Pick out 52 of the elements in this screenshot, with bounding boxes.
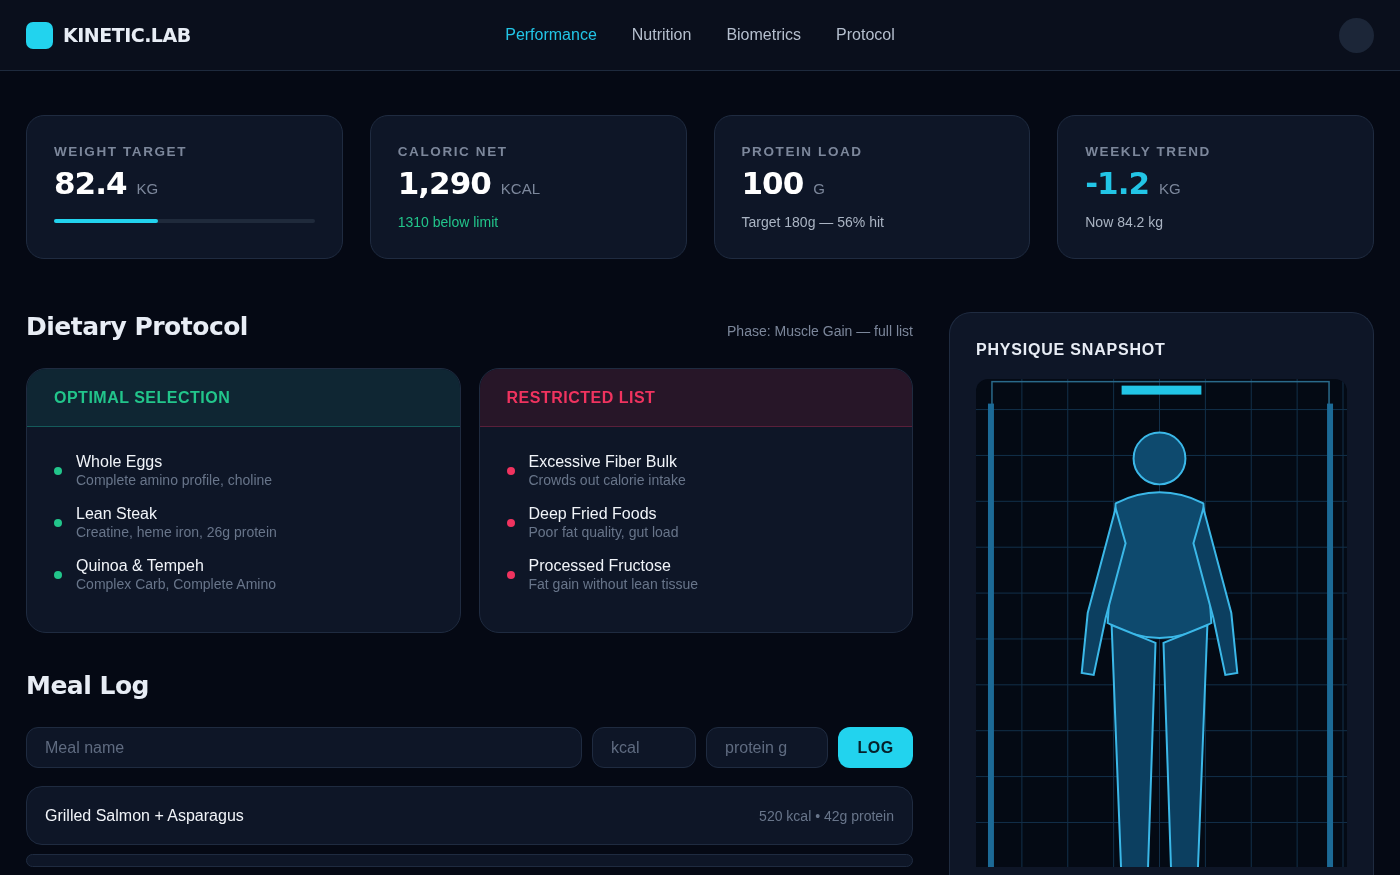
status-dot xyxy=(54,466,62,475)
logo-icon xyxy=(26,21,53,49)
input-field[interactable]: Meal name xyxy=(26,727,582,768)
food-detail: Fat gain without lean tissue xyxy=(528,576,699,592)
stat-note: Target 180g — 56% hit xyxy=(741,214,885,230)
food-name: Processed Fructose xyxy=(528,557,672,575)
stat-unit: KG xyxy=(1159,180,1181,197)
food-name: Excessive Fiber Bulk xyxy=(528,453,678,471)
food-detail: Poor fat quality, gut load xyxy=(528,524,679,540)
food-name: Quinoa & Tempeh xyxy=(76,557,205,575)
stat-label: PROTEIN LOAD xyxy=(741,144,864,159)
food-name: Deep Fried Foods xyxy=(528,505,658,523)
stat-label: WEEKLY TREND xyxy=(1085,144,1212,159)
meal-name: Grilled Salmon + Asparagus xyxy=(45,806,244,825)
food-detail: Complete amino profile, choline xyxy=(76,472,273,488)
panel-title: PHYSIQUE SNAPSHOT xyxy=(976,341,1167,359)
brand-name: KINETIC.LAB xyxy=(63,24,191,46)
nav-tab[interactable]: Protocol xyxy=(836,26,895,44)
section-title: Dietary Protocol xyxy=(26,312,248,341)
status-dot xyxy=(506,466,515,475)
status-dot xyxy=(506,518,515,527)
nav-tab[interactable]: Biometrics xyxy=(726,26,802,44)
avatar[interactable] xyxy=(1339,17,1374,53)
status-dot xyxy=(54,518,62,527)
stat-value: 82.4 xyxy=(54,165,127,201)
status-dot xyxy=(506,570,515,579)
stat-unit: KG xyxy=(136,180,159,197)
food-detail: Crowds out calorie intake xyxy=(528,472,686,488)
stat-value: 100 xyxy=(741,165,804,201)
food-detail: Complex Carb, Complete Amino xyxy=(76,576,276,592)
status-dot xyxy=(54,570,62,579)
phase-label: Phase: Muscle Gain — full list xyxy=(727,323,913,339)
section-title: Meal Log xyxy=(26,671,150,700)
input-field[interactable]: protein g xyxy=(706,727,828,768)
stat-value: 1,290 xyxy=(397,165,491,201)
input-field[interactable]: kcal xyxy=(592,727,696,768)
nav-tab[interactable]: Performance xyxy=(505,26,597,44)
stat-note: Now 84.2 kg xyxy=(1085,214,1165,230)
nav-tab[interactable]: Nutrition xyxy=(631,26,692,44)
stat-value: -1.2 xyxy=(1085,165,1150,201)
food-detail: Creatine, heme iron, 26g protein xyxy=(76,524,277,540)
food-name: Whole Eggs xyxy=(76,453,164,471)
food-name: Lean Steak xyxy=(76,505,158,523)
stat-label: WEIGHT TARGET xyxy=(54,144,189,159)
list-header: RESTRICTED LIST xyxy=(479,369,912,427)
list-header: OPTIMAL SELECTION xyxy=(27,369,460,427)
stat-note: 1310 below limit xyxy=(397,214,500,230)
meal-stats: 520 kcal • 42g protein xyxy=(759,807,894,824)
stat-label: CALORIC NET xyxy=(397,144,509,159)
log-button[interactable]: LOG xyxy=(838,727,913,768)
stat-unit: KCAL xyxy=(500,180,540,197)
stat-unit: G xyxy=(813,180,825,197)
